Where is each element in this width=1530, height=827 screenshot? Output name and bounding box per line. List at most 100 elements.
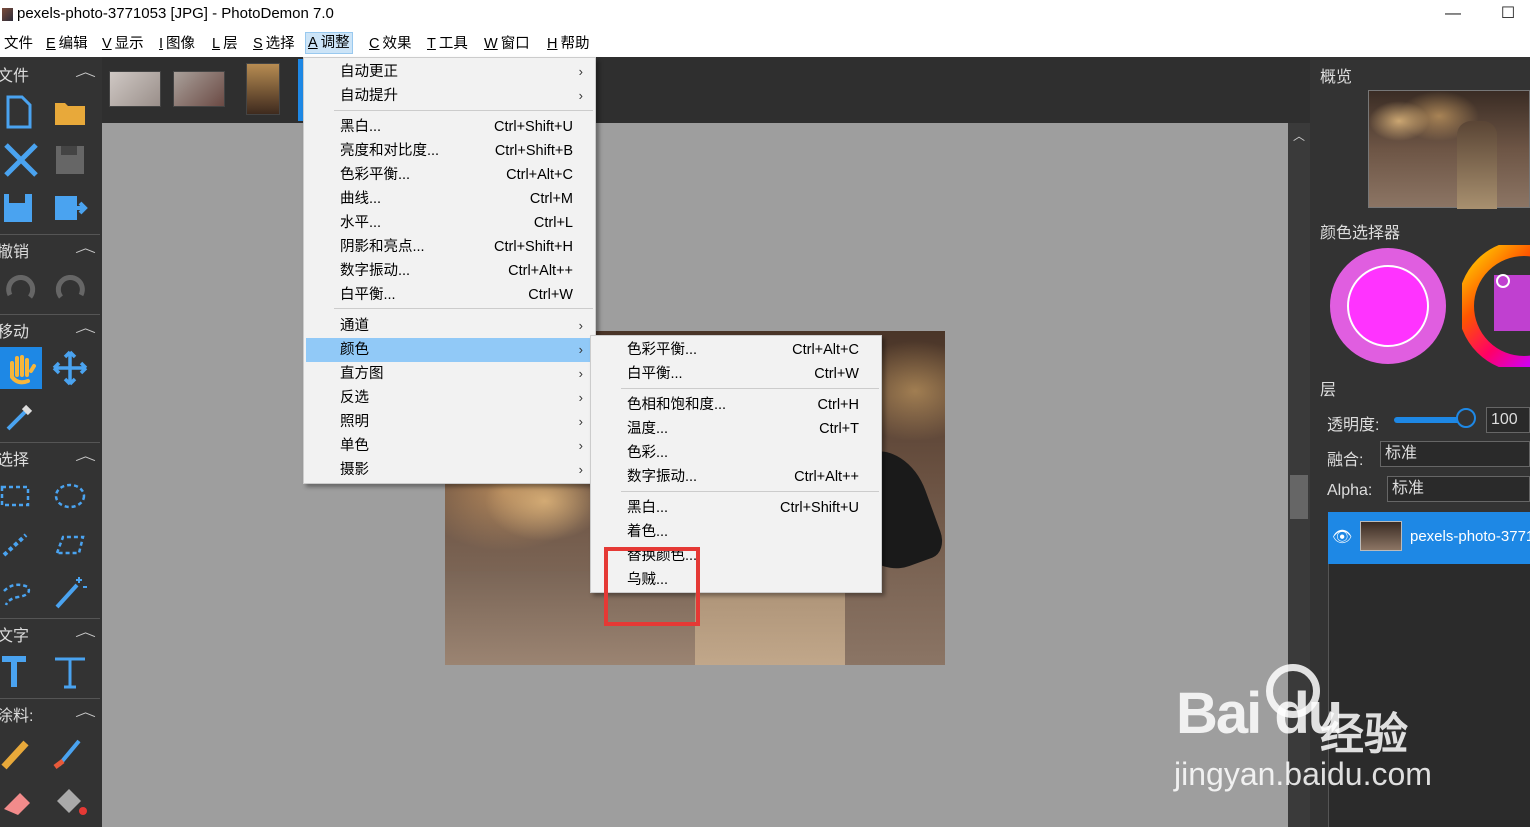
menu-item-label: 通道 [340,318,369,334]
section-select-header[interactable]: 选择 ︿ [0,443,100,469]
menu-image[interactable]: I 图像 [157,33,197,55]
redo-icon[interactable] [49,269,91,311]
adjust-menu-item[interactable]: 自动更正 › [306,60,593,84]
menu-item-shortcut: Ctrl+Alt+C [506,167,573,183]
menu-item-label: 直方图 [340,366,384,382]
adjust-menu-item[interactable]: 亮度和对比度... Ctrl+Shift+B [306,139,593,163]
adjust-menu-dropdown: 自动更正 › 自动提升 › 黑白... Ctrl+Shift+U 亮度和对比度... Ctrl… [303,57,596,484]
alpha-label: Alpha: [1327,482,1373,499]
section-text-header[interactable]: 文字 ︿ [0,619,100,645]
eye-icon[interactable]: 👁 [1332,527,1352,547]
image-tab-thumbnail[interactable] [109,71,161,107]
menu-edit[interactable]: E 编辑 [44,33,90,55]
menu-file[interactable]: 文件 [2,33,35,55]
layer-row[interactable]: 👁 pexels-photo-3771053 [1328,512,1530,564]
section-move-header[interactable]: 移动 ︿ [0,315,100,341]
menu-adjust[interactable]: A 调整 [305,32,353,54]
adjust-menu-item[interactable]: 摄影 › [306,458,593,482]
adjust-menu-item[interactable]: 照明 › [306,410,593,434]
color-submenu-item[interactable]: 白平衡... Ctrl+W [593,362,879,386]
rect-select-icon[interactable] [0,475,42,517]
color-submenu-item[interactable]: 数字振动... Ctrl+Alt++ [593,465,879,489]
eraser-icon[interactable] [0,779,42,821]
overview-navigator[interactable] [1368,90,1530,209]
layer-thumbnail [1360,521,1402,551]
save-icon[interactable] [0,187,42,229]
ellipse-select-icon[interactable] [49,475,91,517]
baidu-jingyan-watermark: Bai du 经验 jingyan.baidu.com [1170,660,1470,800]
maximize-button[interactable]: ☐ [1485,2,1530,28]
adjust-menu-item[interactable]: 水平... Ctrl+L [306,211,593,235]
lasso-select-icon[interactable] [0,571,42,613]
window-title: pexels-photo-3771053 [JPG] - PhotoDemon … [17,5,334,22]
minimize-button[interactable]: — [1430,2,1476,28]
menu-effects[interactable]: C 效果 [367,33,413,55]
chevron-down-icon: ︿ [75,704,96,719]
menu-item-label: 自动更正 [340,64,398,80]
primary-color-swatch[interactable] [1327,245,1449,367]
menu-tools[interactable]: T 工具 [425,33,470,55]
menu-item-shortcut: Ctrl+Shift+U [780,500,859,516]
chevron-right-icon: › [578,342,583,357]
section-undo-header[interactable]: 撤销 ︿ [0,235,100,261]
pencil-icon[interactable] [0,731,42,773]
blend-mode-select[interactable]: 标准 [1380,441,1530,467]
adjust-menu-item[interactable]: 色彩平衡... Ctrl+Alt+C [306,163,593,187]
scroll-up-icon[interactable]: ︿ [1293,127,1305,144]
paint-bucket-icon[interactable] [49,779,91,821]
color-submenu-item[interactable]: 温度... Ctrl+T [593,417,879,441]
menu-window[interactable]: W 窗口 [482,33,532,55]
adjust-menu-item[interactable]: 反选 › [306,386,593,410]
menu-select[interactable]: S 选择 [251,33,297,55]
chevron-down-icon: ︿ [75,320,96,335]
menu-layer[interactable]: L层 [210,33,240,55]
image-tab-thumbnail[interactable] [246,63,280,115]
alpha-mode-select[interactable]: 标准 [1387,476,1530,502]
paintbrush-icon[interactable] [49,731,91,773]
menu-item-shortcut: Ctrl+Alt+C [792,342,859,358]
color-submenu-item[interactable]: 色彩平衡... Ctrl+Alt+C [593,338,879,362]
adjust-menu-item[interactable]: 通道 › [306,314,593,338]
menu-help[interactable]: H 帮助 [545,33,591,55]
annotation-highlight-box [604,547,700,626]
new-file-icon[interactable] [0,91,42,133]
adjust-menu-item[interactable]: 阴影和亮点... Ctrl+Shift+H [306,235,593,259]
save-as-icon[interactable] [49,187,91,229]
image-tab-thumbnail[interactable] [173,71,225,107]
polygon-select-icon[interactable] [49,523,91,565]
open-folder-icon[interactable] [49,91,91,133]
opacity-slider-knob[interactable] [1456,408,1476,428]
undo-icon[interactable] [0,269,42,311]
adjust-menu-item[interactable]: 颜色 › [306,338,593,362]
eyedropper-icon[interactable] [0,395,42,437]
save-disabled-icon[interactable] [49,139,91,181]
line-select-icon[interactable] [0,523,42,565]
menu-item-shortcut: Ctrl+Alt++ [508,263,573,279]
opacity-input[interactable]: 100 [1486,407,1530,433]
typography-tool-icon[interactable] [49,651,91,693]
move-tool-icon[interactable] [49,347,91,389]
adjust-menu-item[interactable]: 直方图 › [306,362,593,386]
menu-item-shortcut: Ctrl+W [814,366,859,382]
color-wheel[interactable] [1462,245,1530,367]
chevron-right-icon: › [578,414,583,429]
magic-wand-icon[interactable] [49,571,91,613]
adjust-menu-item[interactable]: 单色 › [306,434,593,458]
section-paint-header[interactable]: 涂料: ︿ [0,699,100,725]
menu-item-label: 单色 [340,438,369,454]
adjust-menu-item[interactable]: 黑白... Ctrl+Shift+U [306,115,593,139]
close-icon[interactable] [0,139,42,181]
text-tool-icon[interactable] [0,651,42,693]
menu-view[interactable]: V 显示 [100,33,146,55]
color-submenu-item[interactable]: 着色... [593,520,879,544]
color-submenu-item[interactable]: 色相和饱和度... Ctrl+H [593,393,879,417]
hand-tool-icon[interactable] [0,347,42,389]
section-file-header[interactable]: 文件 ︿ [0,59,100,85]
adjust-menu-item[interactable]: 数字振动... Ctrl+Alt++ [306,259,593,283]
adjust-menu-item[interactable]: 曲线... Ctrl+M [306,187,593,211]
scrollbar-thumb[interactable] [1290,475,1308,519]
adjust-menu-item[interactable]: 白平衡... Ctrl+W [306,283,593,307]
adjust-menu-item[interactable]: 自动提升 › [306,84,593,108]
color-submenu-item[interactable]: 黑白... Ctrl+Shift+U [593,496,879,520]
color-submenu-item[interactable]: 色彩... [593,441,879,465]
